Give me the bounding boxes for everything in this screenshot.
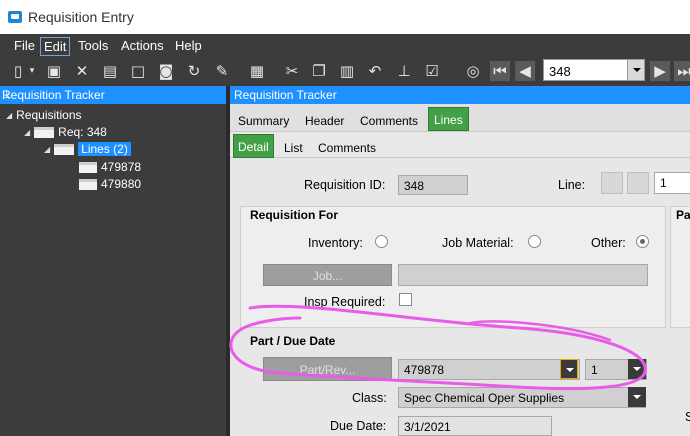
highlight-annotation (229, 304, 647, 391)
